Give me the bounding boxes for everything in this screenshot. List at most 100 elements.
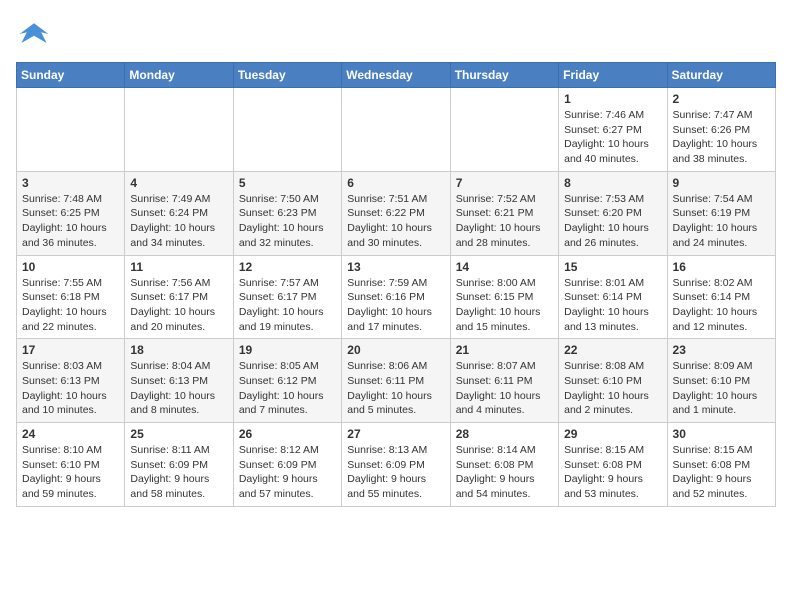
day-info: Sunrise: 8:05 AM Sunset: 6:12 PM Dayligh…: [239, 359, 336, 418]
calendar-cell: [233, 88, 341, 172]
calendar-cell: 17 Sunrise: 8:03 AM Sunset: 6:13 PM Dayli…: [17, 339, 125, 423]
day-info: Sunrise: 8:12 AM Sunset: 6:09 PM Dayligh…: [239, 443, 336, 502]
day-header-monday: Monday: [125, 63, 233, 88]
calendar-cell: 9 Sunrise: 7:54 AM Sunset: 6:19 PM Daylig…: [667, 171, 775, 255]
day-number: 4: [130, 176, 227, 190]
day-info: Sunrise: 8:15 AM Sunset: 6:08 PM Dayligh…: [673, 443, 770, 502]
calendar-cell: 16 Sunrise: 8:02 AM Sunset: 6:14 PM Dayli…: [667, 255, 775, 339]
day-number: 3: [22, 176, 119, 190]
calendar-cell: 19 Sunrise: 8:05 AM Sunset: 6:12 PM Dayli…: [233, 339, 341, 423]
day-number: 14: [456, 260, 553, 274]
calendar-cell: 25 Sunrise: 8:11 AM Sunset: 6:09 PM Dayli…: [125, 423, 233, 507]
day-header-thursday: Thursday: [450, 63, 558, 88]
calendar-cell: 27 Sunrise: 8:13 AM Sunset: 6:09 PM Dayli…: [342, 423, 450, 507]
day-info: Sunrise: 8:03 AM Sunset: 6:13 PM Dayligh…: [22, 359, 119, 418]
day-info: Sunrise: 8:02 AM Sunset: 6:14 PM Dayligh…: [673, 276, 770, 335]
day-number: 24: [22, 427, 119, 441]
day-number: 12: [239, 260, 336, 274]
day-info: Sunrise: 8:09 AM Sunset: 6:10 PM Dayligh…: [673, 359, 770, 418]
day-number: 27: [347, 427, 444, 441]
day-number: 8: [564, 176, 661, 190]
calendar-cell: 12 Sunrise: 7:57 AM Sunset: 6:17 PM Dayli…: [233, 255, 341, 339]
day-number: 19: [239, 343, 336, 357]
calendar-cell: [342, 88, 450, 172]
day-info: Sunrise: 7:57 AM Sunset: 6:17 PM Dayligh…: [239, 276, 336, 335]
calendar-week-2: 3 Sunrise: 7:48 AM Sunset: 6:25 PM Daylig…: [17, 171, 776, 255]
day-info: Sunrise: 8:13 AM Sunset: 6:09 PM Dayligh…: [347, 443, 444, 502]
calendar-cell: 28 Sunrise: 8:14 AM Sunset: 6:08 PM Dayli…: [450, 423, 558, 507]
day-info: Sunrise: 8:04 AM Sunset: 6:13 PM Dayligh…: [130, 359, 227, 418]
day-info: Sunrise: 7:55 AM Sunset: 6:18 PM Dayligh…: [22, 276, 119, 335]
day-header-sunday: Sunday: [17, 63, 125, 88]
day-info: Sunrise: 8:07 AM Sunset: 6:11 PM Dayligh…: [456, 359, 553, 418]
day-number: 5: [239, 176, 336, 190]
day-number: 16: [673, 260, 770, 274]
calendar-cell: 29Sunrise: 8:15 AM Sunset: 6:08 PM Dayli…: [559, 423, 667, 507]
calendar-cell: 5 Sunrise: 7:50 AM Sunset: 6:23 PM Daylig…: [233, 171, 341, 255]
day-number: 10: [22, 260, 119, 274]
calendar: SundayMondayTuesdayWednesdayThursdayFrid…: [16, 62, 776, 507]
day-info: Sunrise: 7:52 AM Sunset: 6:21 PM Dayligh…: [456, 192, 553, 251]
calendar-cell: 2Sunrise: 7:47 AM Sunset: 6:26 PM Daylig…: [667, 88, 775, 172]
calendar-cell: 7 Sunrise: 7:52 AM Sunset: 6:21 PM Daylig…: [450, 171, 558, 255]
day-info: Sunrise: 7:56 AM Sunset: 6:17 PM Dayligh…: [130, 276, 227, 335]
calendar-cell: 3 Sunrise: 7:48 AM Sunset: 6:25 PM Daylig…: [17, 171, 125, 255]
calendar-cell: 13Sunrise: 7:59 AM Sunset: 6:16 PM Dayli…: [342, 255, 450, 339]
day-info: Sunrise: 7:53 AM Sunset: 6:20 PM Dayligh…: [564, 192, 661, 251]
calendar-week-1: 1 Sunrise: 7:46 AM Sunset: 6:27 PM Daylig…: [17, 88, 776, 172]
calendar-cell: 20 Sunrise: 8:06 AM Sunset: 6:11 PM Dayli…: [342, 339, 450, 423]
day-header-friday: Friday: [559, 63, 667, 88]
day-info: Sunrise: 7:49 AM Sunset: 6:24 PM Dayligh…: [130, 192, 227, 251]
day-number: 9: [673, 176, 770, 190]
day-number: 6: [347, 176, 444, 190]
calendar-cell: 18 Sunrise: 8:04 AM Sunset: 6:13 PM Dayli…: [125, 339, 233, 423]
logo-icon: [16, 16, 52, 52]
day-number: 7: [456, 176, 553, 190]
day-number: 23: [673, 343, 770, 357]
day-number: 22: [564, 343, 661, 357]
day-number: 20: [347, 343, 444, 357]
day-info: Sunrise: 8:11 AM Sunset: 6:09 PM Dayligh…: [130, 443, 227, 502]
calendar-week-5: 24 Sunrise: 8:10 AM Sunset: 6:10 PM Dayli…: [17, 423, 776, 507]
calendar-cell: 15 Sunrise: 8:01 AM Sunset: 6:14 PM Dayli…: [559, 255, 667, 339]
calendar-cell: 23 Sunrise: 8:09 AM Sunset: 6:10 PM Dayli…: [667, 339, 775, 423]
day-number: 21: [456, 343, 553, 357]
day-info: Sunrise: 8:01 AM Sunset: 6:14 PM Dayligh…: [564, 276, 661, 335]
day-number: 17: [22, 343, 119, 357]
day-header-wednesday: Wednesday: [342, 63, 450, 88]
day-info: Sunrise: 8:08 AM Sunset: 6:10 PM Dayligh…: [564, 359, 661, 418]
day-info: Sunrise: 7:54 AM Sunset: 6:19 PM Dayligh…: [673, 192, 770, 251]
calendar-cell: 10 Sunrise: 7:55 AM Sunset: 6:18 PM Dayli…: [17, 255, 125, 339]
day-info: Sunrise: 7:47 AM Sunset: 6:26 PM Dayligh…: [673, 108, 770, 167]
day-info: Sunrise: 7:59 AM Sunset: 6:16 PM Dayligh…: [347, 276, 444, 335]
day-number: 26: [239, 427, 336, 441]
calendar-cell: [450, 88, 558, 172]
calendar-cell: 26 Sunrise: 8:12 AM Sunset: 6:09 PM Dayli…: [233, 423, 341, 507]
calendar-cell: 6 Sunrise: 7:51 AM Sunset: 6:22 PM Daylig…: [342, 171, 450, 255]
calendar-cell: 24 Sunrise: 8:10 AM Sunset: 6:10 PM Dayli…: [17, 423, 125, 507]
day-header-saturday: Saturday: [667, 63, 775, 88]
day-info: Sunrise: 8:06 AM Sunset: 6:11 PM Dayligh…: [347, 359, 444, 418]
calendar-cell: [17, 88, 125, 172]
day-number: 1: [564, 92, 661, 106]
calendar-header-row: SundayMondayTuesdayWednesdayThursdayFrid…: [17, 63, 776, 88]
day-header-tuesday: Tuesday: [233, 63, 341, 88]
calendar-cell: 1 Sunrise: 7:46 AM Sunset: 6:27 PM Daylig…: [559, 88, 667, 172]
calendar-cell: 30Sunrise: 8:15 AM Sunset: 6:08 PM Dayli…: [667, 423, 775, 507]
calendar-week-4: 17 Sunrise: 8:03 AM Sunset: 6:13 PM Dayli…: [17, 339, 776, 423]
calendar-cell: 8 Sunrise: 7:53 AM Sunset: 6:20 PM Daylig…: [559, 171, 667, 255]
day-number: 15: [564, 260, 661, 274]
day-info: Sunrise: 7:46 AM Sunset: 6:27 PM Dayligh…: [564, 108, 661, 167]
day-info: Sunrise: 7:51 AM Sunset: 6:22 PM Dayligh…: [347, 192, 444, 251]
day-number: 29: [564, 427, 661, 441]
day-info: Sunrise: 8:10 AM Sunset: 6:10 PM Dayligh…: [22, 443, 119, 502]
day-info: Sunrise: 7:50 AM Sunset: 6:23 PM Dayligh…: [239, 192, 336, 251]
day-number: 18: [130, 343, 227, 357]
day-number: 25: [130, 427, 227, 441]
calendar-cell: 4 Sunrise: 7:49 AM Sunset: 6:24 PM Daylig…: [125, 171, 233, 255]
day-info: Sunrise: 8:14 AM Sunset: 6:08 PM Dayligh…: [456, 443, 553, 502]
day-number: 28: [456, 427, 553, 441]
day-info: Sunrise: 7:48 AM Sunset: 6:25 PM Dayligh…: [22, 192, 119, 251]
calendar-cell: 22 Sunrise: 8:08 AM Sunset: 6:10 PM Dayli…: [559, 339, 667, 423]
calendar-week-3: 10 Sunrise: 7:55 AM Sunset: 6:18 PM Dayli…: [17, 255, 776, 339]
